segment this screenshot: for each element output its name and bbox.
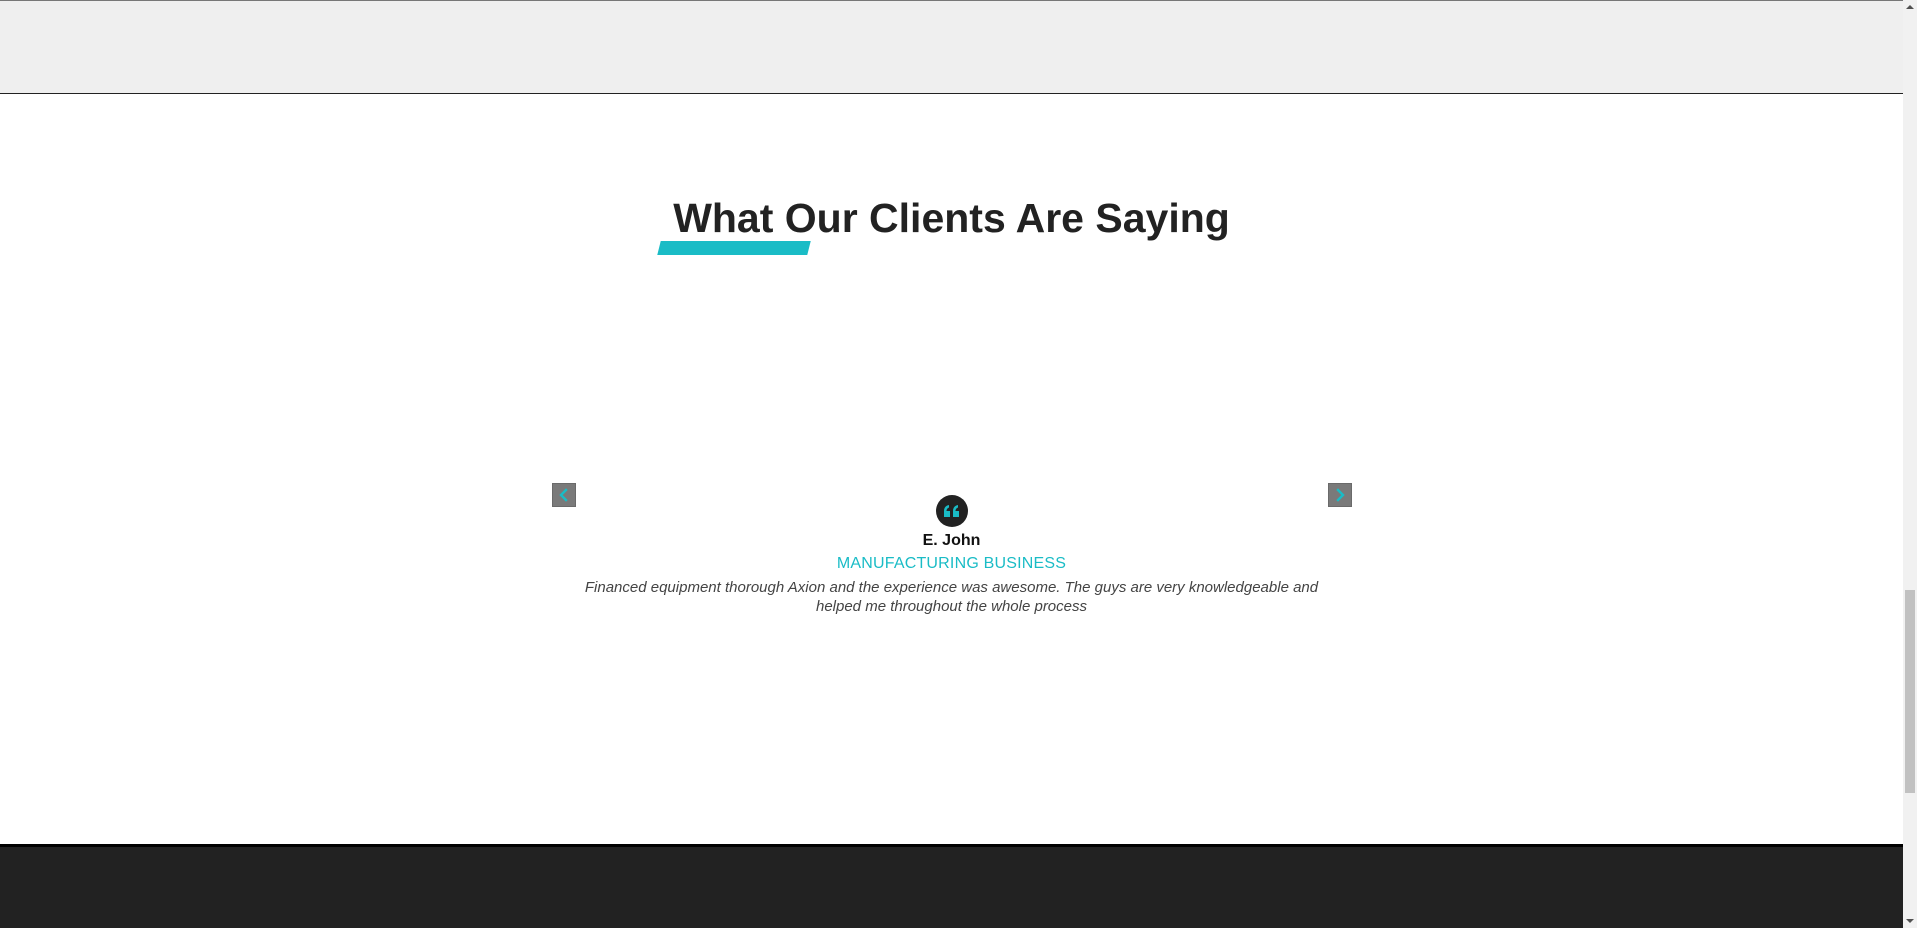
client-role: MANUFACTURING BUSINESS <box>836 555 1067 572</box>
scroll-down-button[interactable] <box>1903 914 1917 928</box>
footer <box>0 844 1903 928</box>
scroll-up-button[interactable] <box>1903 0 1917 14</box>
scroll-down-icon <box>1906 919 1914 923</box>
quote-badge <box>936 495 968 527</box>
testimonials-section: What Our Clients Are Saying E. John MANU… <box>0 95 1903 844</box>
scroll-up-icon <box>1906 5 1914 9</box>
page-scrollbar[interactable] <box>1903 0 1917 928</box>
chevron-right-icon <box>1336 488 1345 502</box>
chevron-left-icon <box>559 488 568 502</box>
scrollbar-thumb[interactable] <box>1905 590 1915 793</box>
client-name: E. John <box>922 532 981 549</box>
top-section <box>0 0 1903 94</box>
carousel-prev-button[interactable] <box>552 483 576 507</box>
section-title: What Our Clients Are Saying <box>673 195 1230 241</box>
title-underline <box>657 241 811 255</box>
quote-icon <box>944 505 959 517</box>
client-quote: Financed equipment thorough Axion and th… <box>584 579 1319 615</box>
carousel-next-button[interactable] <box>1328 483 1352 507</box>
page: What Our Clients Are Saying E. John MANU… <box>0 0 1917 928</box>
